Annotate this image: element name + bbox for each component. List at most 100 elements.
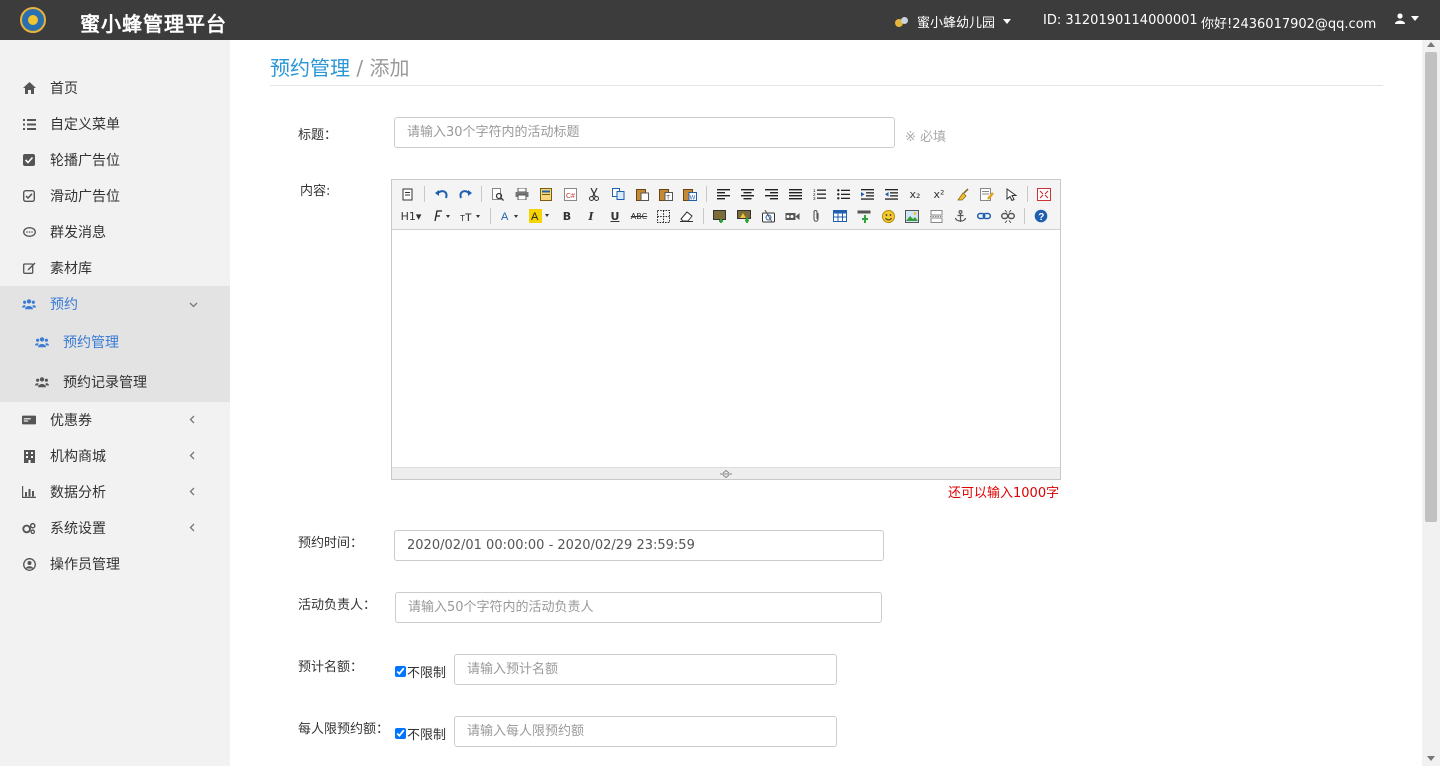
align-left-icon[interactable]: [713, 185, 733, 203]
quota-input[interactable]: [454, 654, 837, 685]
heading-icon[interactable]: H1 ▾: [398, 207, 424, 225]
outdent-icon[interactable]: [881, 185, 901, 203]
booking-time-label: 预约时间：: [298, 536, 364, 551]
sidebar-item-booking-management[interactable]: 预约管理: [0, 324, 230, 360]
editor-resize-bar[interactable]: [392, 467, 1060, 479]
per-person-input[interactable]: [454, 716, 837, 747]
page-scrollbar[interactable]: [1422, 40, 1440, 766]
font-color-icon[interactable]: A: [497, 207, 523, 225]
unordered-list-icon[interactable]: [833, 185, 853, 203]
sidebar-item-operators[interactable]: 操作员管理: [0, 546, 230, 582]
undo-icon[interactable]: [431, 185, 451, 203]
code-icon[interactable]: C#: [560, 185, 580, 203]
redo-icon[interactable]: [455, 185, 475, 203]
sidebar-item-broadcast[interactable]: 群发消息: [0, 214, 230, 250]
image-gallery-icon[interactable]: [902, 207, 922, 225]
chevron-down-icon: [189, 297, 198, 311]
print-icon[interactable]: [512, 185, 532, 203]
preview-icon[interactable]: [488, 185, 508, 203]
copy-icon[interactable]: [608, 185, 628, 203]
editor-content-area[interactable]: [392, 230, 1060, 468]
attachment-icon[interactable]: [806, 207, 826, 225]
user-greeting: 你好!2436017902@qq.com: [1201, 17, 1377, 32]
page-break-icon[interactable]: [926, 207, 946, 225]
chevron-left-icon: [189, 449, 195, 463]
paste-text-icon[interactable]: T: [656, 185, 676, 203]
sidebar-item-slide-ads[interactable]: 滑动广告位: [0, 178, 230, 214]
toolbar-separator: [424, 186, 425, 202]
source-icon[interactable]: [398, 185, 418, 203]
toolbar-separator: [481, 186, 482, 202]
format-painter-icon[interactable]: [977, 185, 997, 203]
ordered-list-icon[interactable]: 123: [809, 185, 829, 203]
border-icon[interactable]: [653, 207, 673, 225]
bold-icon[interactable]: B: [557, 207, 577, 225]
help-icon[interactable]: ?: [1031, 207, 1051, 225]
sidebar-item-analytics[interactable]: 数据分析: [0, 474, 230, 510]
strikethrough-icon[interactable]: ABC: [629, 207, 649, 225]
user-icon: [1395, 13, 1405, 24]
sidebar-item-store[interactable]: 机构商城: [0, 438, 230, 474]
svg-text:C#: C#: [566, 193, 575, 200]
clear-format-icon[interactable]: [953, 185, 973, 203]
user-menu[interactable]: [1395, 13, 1419, 24]
subscript-icon[interactable]: x₂: [905, 185, 925, 203]
indent-icon[interactable]: [857, 185, 877, 203]
template-icon[interactable]: [536, 185, 556, 203]
sidebar-item-custom-menu[interactable]: 自定义菜单: [0, 106, 230, 142]
sidebar-item-coupons[interactable]: 优惠券: [0, 402, 230, 438]
fullscreen-icon[interactable]: [1034, 185, 1054, 203]
title-input[interactable]: [394, 117, 895, 148]
chevron-left-icon: [189, 413, 195, 427]
per-person-unlimited-check[interactable]: [395, 728, 406, 739]
toolbar-separator: [703, 208, 704, 224]
screenshot-icon[interactable]: [758, 207, 778, 225]
booking-time-input[interactable]: [394, 530, 884, 561]
insert-video-icon[interactable]: [782, 207, 802, 225]
sidebar-item-home[interactable]: 首页: [0, 70, 230, 106]
breadcrumb-section[interactable]: 预约管理: [270, 56, 350, 80]
link-icon[interactable]: [974, 207, 994, 225]
content-label: 内容:: [300, 184, 331, 199]
paste-word-icon[interactable]: W: [680, 185, 700, 203]
scroll-down-icon[interactable]: [1427, 756, 1435, 761]
align-justify-icon[interactable]: [785, 185, 805, 203]
superscript-icon[interactable]: x²: [929, 185, 949, 203]
sidebar-item-booking-records[interactable]: 预约记录管理: [0, 364, 230, 400]
unlink-icon[interactable]: [998, 207, 1018, 225]
select-all-icon[interactable]: [1001, 185, 1021, 203]
underline-icon[interactable]: U: [605, 207, 625, 225]
sidebar-item-settings[interactable]: 系统设置: [0, 510, 230, 546]
per-person-unlimited-checkbox[interactable]: 不限制: [395, 724, 446, 743]
breadcrumb-separator: /: [350, 56, 370, 80]
scroll-up-icon[interactable]: [1427, 42, 1435, 47]
quota-label: 预计名额：: [298, 660, 364, 675]
svg-text:A: A: [531, 211, 539, 223]
insert-image-icon[interactable]: [710, 207, 730, 225]
org-switcher[interactable]: 蜜小蜂幼儿园: [895, 12, 1012, 31]
sidebar-item-booking[interactable]: 预约: [0, 286, 230, 322]
italic-icon[interactable]: I: [581, 207, 601, 225]
highlight-color-icon[interactable]: A: [527, 207, 553, 225]
user-circle-icon: [22, 557, 36, 571]
insert-row-icon[interactable]: [854, 207, 874, 225]
align-right-icon[interactable]: [761, 185, 781, 203]
svg-text:A: A: [501, 211, 509, 222]
insert-table-icon[interactable]: [830, 207, 850, 225]
sidebar-item-carousel-ads[interactable]: 轮播广告位: [0, 142, 230, 178]
quota-unlimited-checkbox[interactable]: 不限制: [395, 662, 446, 681]
sidebar-item-materials[interactable]: 素材库: [0, 250, 230, 286]
anchor-icon[interactable]: [950, 207, 970, 225]
quota-unlimited-check[interactable]: [395, 666, 406, 677]
font-size-icon[interactable]: TT: [458, 207, 484, 225]
emoji-icon[interactable]: [878, 207, 898, 225]
char-counter: 还可以输入1000字: [948, 486, 1060, 501]
align-center-icon[interactable]: [737, 185, 757, 203]
font-family-icon[interactable]: [428, 207, 454, 225]
owner-input[interactable]: [395, 592, 882, 623]
cut-icon[interactable]: [584, 185, 604, 203]
paste-icon[interactable]: [632, 185, 652, 203]
insert-multi-image-icon[interactable]: [734, 207, 754, 225]
eraser-icon[interactable]: [677, 207, 697, 225]
scroll-thumb[interactable]: [1425, 52, 1437, 522]
